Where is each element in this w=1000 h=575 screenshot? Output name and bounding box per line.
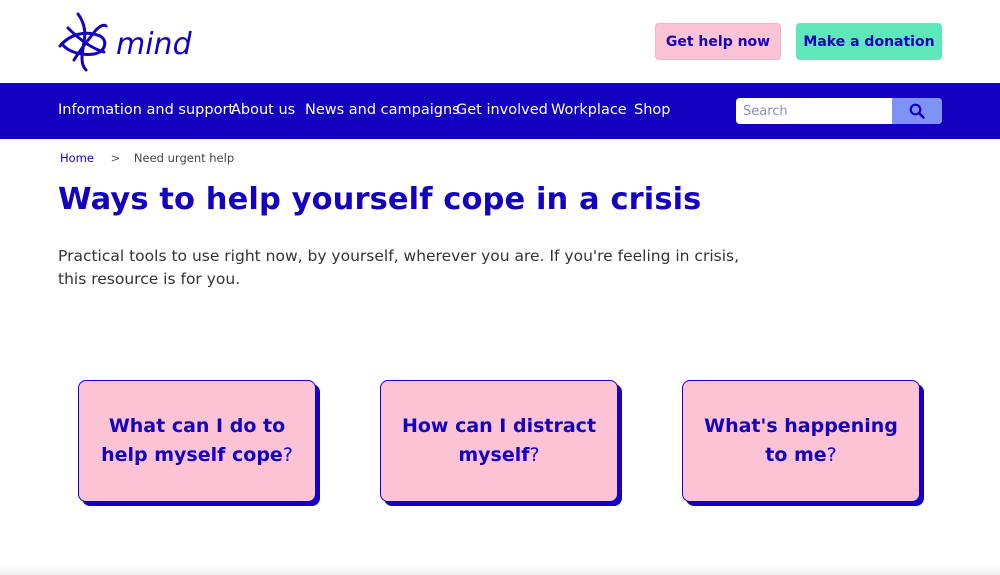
logo-wordmark: mind <box>116 27 193 62</box>
breadcrumb-current: Need urgent help <box>133 151 235 165</box>
nav-item-workplace[interactable]: Workplace <box>551 102 627 118</box>
page-bottom-divider <box>0 566 1000 575</box>
card-whats-happening-to-me[interactable]: What's happening to me? <box>682 380 920 502</box>
top-header: mind Get help now Make a donation <box>0 0 1000 83</box>
card-help-myself-cope[interactable]: What can I do to help myself cope? <box>78 380 316 502</box>
card-question-mark: ? <box>282 444 293 466</box>
breadcrumb-separator: > <box>110 151 121 165</box>
nav-item-about-us[interactable]: About us <box>231 102 295 118</box>
breadcrumb: Home > Need urgent help <box>60 151 234 165</box>
card-label: What's happening to me? <box>697 412 905 470</box>
page-title: Ways to help yourself cope in a crisis <box>58 182 702 217</box>
card-label: What can I do to help myself cope? <box>93 412 301 470</box>
intro-text: Practical tools to use right now, by you… <box>58 247 740 288</box>
nav-item-shop[interactable]: Shop <box>634 102 670 118</box>
card-distract-myself[interactable]: How can I distract myself? <box>380 380 618 502</box>
card-question-mark: ? <box>826 444 837 466</box>
card-question-mark: ? <box>529 444 540 466</box>
nav-item-news-and-campaigns[interactable]: News and campaigns <box>305 102 460 118</box>
search-input[interactable] <box>736 98 892 124</box>
search-icon <box>909 103 925 119</box>
make-donation-button[interactable]: Make a donation <box>796 23 942 60</box>
nav-item-information-and-support[interactable]: Information and support <box>58 102 234 118</box>
card-question-text: What can I do to help myself cope <box>101 415 286 466</box>
card-question-text: How can I distract myself <box>401 415 597 466</box>
search-button[interactable] <box>892 98 942 124</box>
card-question-text: What's happening to me <box>704 415 898 466</box>
search-box <box>736 98 942 124</box>
nav-item-get-involved[interactable]: Get involved <box>456 102 548 118</box>
breadcrumb-home-link[interactable]: Home <box>60 151 94 165</box>
mind-logo[interactable]: mind <box>56 8 206 74</box>
card-label: How can I distract myself? <box>395 412 603 470</box>
get-help-now-button[interactable]: Get help now <box>655 23 781 60</box>
